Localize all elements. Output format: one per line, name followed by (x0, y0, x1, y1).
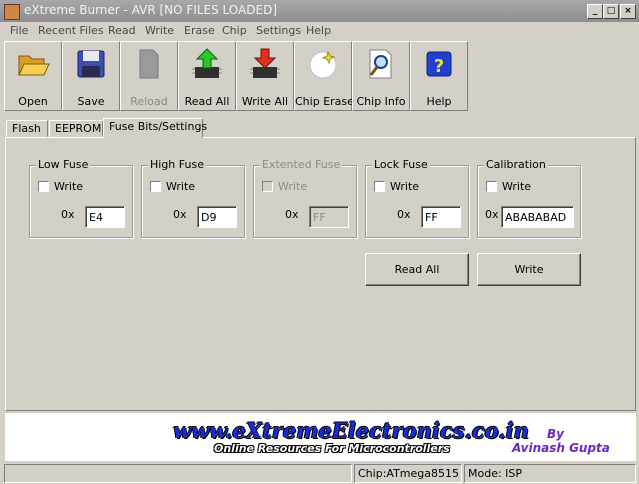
floppy-disk-icon (77, 50, 105, 78)
reload-button[interactable]: Reload (120, 41, 178, 111)
high-fuse-hex-prefix: 0x (173, 208, 187, 221)
read-all-fuses-button[interactable]: Read All (365, 253, 469, 286)
magnifier-document-icon (369, 49, 392, 79)
banner-by: By (547, 427, 564, 441)
lock-fuse-write-checkbox[interactable] (374, 181, 385, 192)
low-fuse-write-checkbox[interactable] (38, 181, 49, 192)
help-label: Help (426, 95, 452, 108)
chip-info-button[interactable]: Chip Info (352, 41, 410, 111)
menu-write[interactable]: Write (145, 24, 174, 37)
status-mode: Mode: ISP (464, 464, 636, 483)
folder-open-icon (18, 55, 50, 76)
extended-fuse-value-input: FF (309, 206, 349, 228)
menu-chip[interactable]: Chip (222, 24, 247, 37)
open-button[interactable]: Open (4, 41, 62, 111)
read-all-button[interactable]: Read All (178, 41, 236, 111)
lock-fuse-write-label[interactable]: Write (390, 180, 419, 193)
extended-fuse-hex-prefix: 0x (285, 208, 299, 221)
banner-author: Avinash Gupta (512, 441, 610, 455)
menu-bar: File Recent Files Read Write Erase Chip … (0, 22, 639, 40)
lock-fuse-value-input[interactable]: FF (421, 206, 461, 228)
help-question-icon: ? (426, 51, 452, 77)
write-fuses-button[interactable]: Write (477, 253, 581, 286)
lock-fuse-group: Lock Fuse Write 0x FF (365, 158, 469, 238)
high-fuse-write-checkbox[interactable] (150, 181, 161, 192)
calibration-write-label[interactable]: Write (502, 180, 531, 193)
calibration-write-checkbox[interactable] (486, 181, 497, 192)
erase-sparkle-icon (309, 50, 337, 79)
tab-eeprom[interactable]: EEPROM (49, 120, 103, 137)
calibration-value-input[interactable]: ABABABAD (501, 206, 574, 228)
menu-settings[interactable]: Settings (256, 24, 301, 37)
tab-fuse-bits[interactable]: Fuse Bits/Settings (103, 118, 207, 138)
low-fuse-write-label[interactable]: Write (54, 180, 83, 193)
low-fuse-title: Low Fuse (36, 158, 91, 171)
menu-recent-files[interactable]: Recent Files (38, 24, 104, 37)
chip-erase-label: Chip Erase (295, 95, 354, 108)
low-fuse-hex-prefix: 0x (61, 208, 75, 221)
high-fuse-write-label[interactable]: Write (166, 180, 195, 193)
status-bar: Chip:ATmega8515 Mode: ISP (0, 463, 639, 484)
extended-fuse-write-checkbox (262, 181, 273, 192)
menu-read[interactable]: Read (108, 24, 136, 37)
chip-erase-button[interactable]: Chip Erase (294, 41, 354, 111)
chip-write-arrow-icon (250, 48, 280, 78)
save-label: Save (77, 95, 105, 108)
high-fuse-group: High Fuse Write 0x D9 (141, 158, 245, 238)
chip-read-arrow-icon (192, 48, 222, 78)
chip-info-label: Chip Info (356, 95, 406, 108)
document-icon (139, 49, 159, 79)
save-button[interactable]: Save (62, 41, 120, 111)
window-title: eXtreme Burner - AVR [NO FILES LOADED] (24, 3, 277, 17)
toolbar: Open Save Reload Read All Write All Chip… (0, 41, 639, 112)
status-message (4, 464, 352, 483)
banner-tagline: Online Resources For Microcontrollers (214, 442, 450, 455)
extended-fuse-group: Extented Fuse Write 0x FF (253, 158, 357, 238)
lock-fuse-hex-prefix: 0x (397, 208, 411, 221)
extended-fuse-write-label: Write (278, 180, 308, 193)
maximize-button[interactable]: □ (603, 4, 619, 19)
help-button[interactable]: ? Help (410, 41, 468, 111)
read-all-label: Read All (184, 95, 230, 108)
high-fuse-title: High Fuse (148, 158, 206, 171)
calibration-group: Calibration Write 0x ABABABAD (477, 158, 581, 238)
tab-flash[interactable]: Flash (6, 120, 48, 137)
calibration-hex-prefix: 0x (485, 208, 499, 221)
low-fuse-value-input[interactable]: E4 (85, 206, 125, 228)
app-icon (4, 4, 20, 20)
svg-text:?: ? (434, 56, 444, 77)
extended-fuse-title: Extented Fuse (260, 158, 343, 171)
write-all-label: Write All (241, 95, 289, 108)
promo-banner: www.eXtremeElectronics.co.in Online Reso… (5, 413, 636, 461)
close-button[interactable]: × (620, 4, 636, 19)
menu-erase[interactable]: Erase (184, 24, 215, 37)
write-all-button[interactable]: Write All (236, 41, 294, 111)
title-bar: eXtreme Burner - AVR [NO FILES LOADED] _… (0, 0, 639, 22)
high-fuse-value-input[interactable]: D9 (197, 206, 237, 228)
open-label: Open (18, 95, 48, 108)
menu-file[interactable]: File (10, 24, 28, 37)
lock-fuse-title: Lock Fuse (372, 158, 430, 171)
status-chip: Chip:ATmega8515 (354, 464, 462, 483)
reload-label: Reload (130, 95, 168, 108)
menu-help[interactable]: Help (306, 24, 331, 37)
minimize-button[interactable]: _ (587, 4, 603, 19)
low-fuse-group: Low Fuse Write 0x E4 (29, 158, 133, 238)
calibration-title: Calibration (484, 158, 548, 171)
banner-url[interactable]: www.eXtremeElectronics.co.in (173, 418, 529, 443)
